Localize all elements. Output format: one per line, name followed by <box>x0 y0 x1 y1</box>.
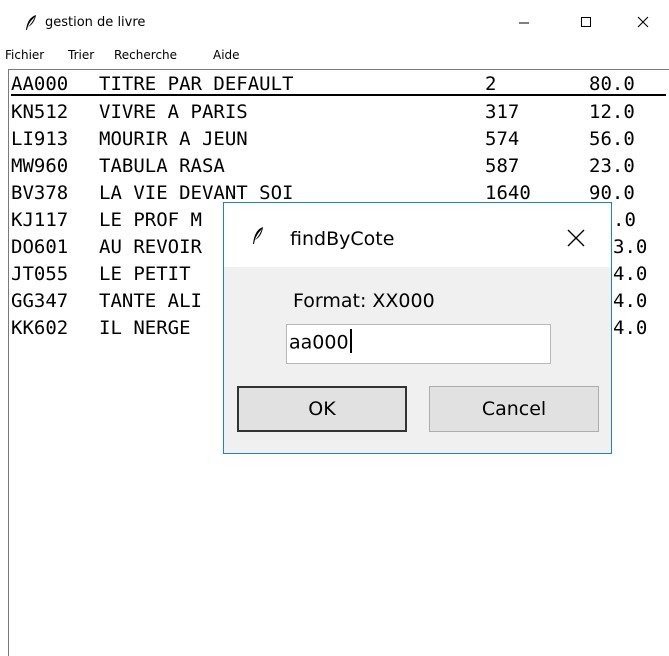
book-ref: BV378 <box>11 182 69 204</box>
book-ref: LI913 <box>11 128 69 150</box>
book-price: 3.0 <box>613 236 648 258</box>
dialog-title: findByCote <box>290 228 395 250</box>
close-button[interactable] <box>617 0 669 44</box>
book-price: 4.0 <box>613 290 648 312</box>
book-title: AU REVOIR <box>99 236 202 258</box>
book-ref: AA000 <box>11 73 69 95</box>
close-icon <box>637 16 649 28</box>
book-title: LE PROF M <box>99 209 202 231</box>
book-price: 12.0 <box>589 101 635 123</box>
menubar: Fichier Trier Recherche Aide <box>0 44 669 66</box>
book-title: TITRE PAR DEFAULT <box>99 73 294 95</box>
list-item[interactable]: LI913 MOURIR A JEUN 574 56.0 <box>11 128 666 151</box>
book-pages: 574 <box>485 128 520 150</box>
find-dialog: findByCote Format: XX000 aa000 OK Cancel <box>223 202 612 454</box>
menu-fichier[interactable]: Fichier <box>5 48 44 62</box>
list-item[interactable]: KN512 VIVRE A PARIS 317 12.0 <box>11 101 666 124</box>
book-ref: KK602 <box>11 317 69 339</box>
book-title: MOURIR A JEUN <box>99 128 248 150</box>
close-icon <box>567 229 585 247</box>
format-label: Format: XX000 <box>293 290 435 312</box>
book-pages: 587 <box>485 155 520 177</box>
maximize-button[interactable] <box>560 0 612 44</box>
maximize-icon <box>581 17 591 27</box>
book-price: 23.0 <box>589 155 635 177</box>
book-price: .0 <box>613 209 636 231</box>
cancel-button[interactable]: Cancel <box>429 386 599 432</box>
window-title: gestion de livre <box>45 15 146 30</box>
book-title: TANTE ALI <box>99 290 202 312</box>
book-ref: GG347 <box>11 290 69 312</box>
list-item[interactable]: AA000 TITRE PAR DEFAULT 2 80.0 <box>11 73 666 96</box>
cote-input-value: aa000 <box>289 331 349 354</box>
book-price: 4.0 <box>613 317 648 339</box>
window-titlebar[interactable]: gestion de livre <box>0 0 669 44</box>
book-ref: KN512 <box>11 101 69 123</box>
text-caret <box>349 329 352 353</box>
feather-icon <box>26 15 36 30</box>
book-ref: MW960 <box>11 155 69 177</box>
feather-icon <box>253 227 263 244</box>
book-price: 4.0 <box>613 263 648 285</box>
book-title: LE PETIT <box>99 263 191 285</box>
book-price: 80.0 <box>589 73 635 95</box>
book-price: 56.0 <box>589 128 635 150</box>
dialog-close-button[interactable] <box>559 221 593 255</box>
minimize-button[interactable] <box>498 0 550 44</box>
book-ref: DO601 <box>11 236 69 258</box>
book-ref: KJ117 <box>11 209 69 231</box>
ok-button[interactable]: OK <box>237 386 407 432</box>
dialog-titlebar[interactable]: findByCote <box>224 203 611 267</box>
minimize-icon <box>519 22 529 24</box>
book-title: TABULA RASA <box>99 155 225 177</box>
book-title: VIVRE A PARIS <box>99 101 248 123</box>
book-pages: 317 <box>485 101 520 123</box>
menu-trier[interactable]: Trier <box>68 48 94 62</box>
menu-aide[interactable]: Aide <box>213 48 240 62</box>
menu-recherche[interactable]: Recherche <box>114 48 177 62</box>
book-pages: 2 <box>485 73 497 95</box>
book-ref: JT055 <box>11 263 69 285</box>
cote-input[interactable]: aa000 <box>286 324 551 364</box>
list-item[interactable]: MW960 TABULA RASA 587 23.0 <box>11 155 666 178</box>
book-title: IL NERGE <box>99 317 191 339</box>
